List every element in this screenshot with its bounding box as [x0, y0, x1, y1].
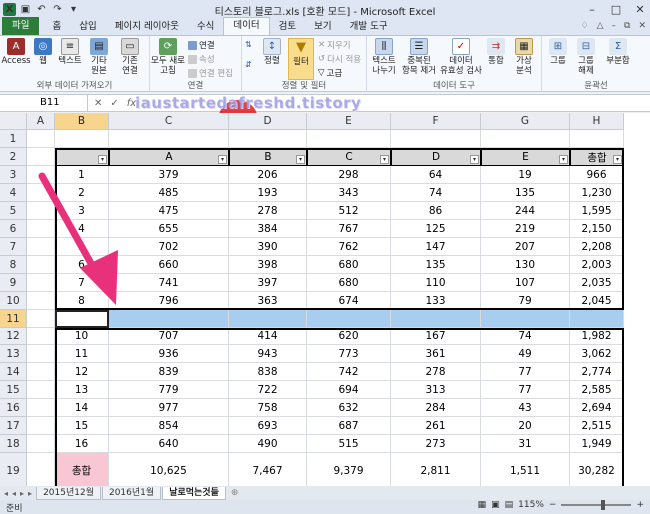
arrow-annotation — [38, 172, 118, 305]
